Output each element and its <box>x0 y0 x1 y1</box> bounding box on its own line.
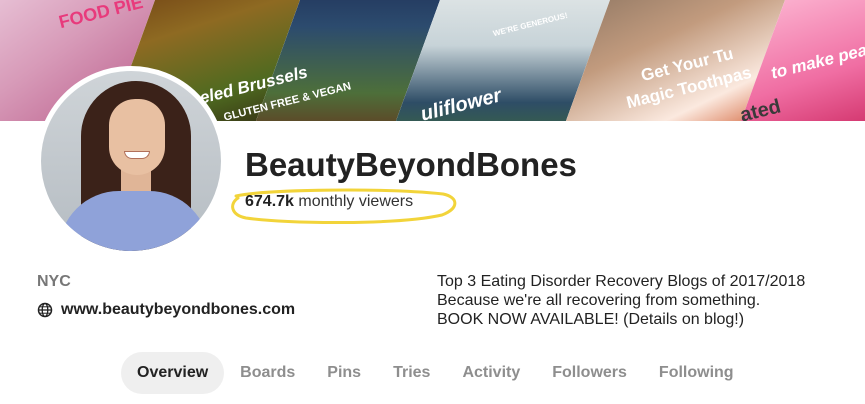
viewers-count: 674.7k <box>245 193 294 210</box>
tab-activity[interactable]: Activity <box>446 352 536 394</box>
profile-website-link[interactable]: www.beautybeyondbones.com <box>37 301 295 319</box>
monthly-viewers: 674.7k monthly viewers <box>245 193 413 211</box>
avatar-smile <box>124 151 150 159</box>
bio-line: Top 3 Eating Disorder Recovery Blogs of … <box>437 273 806 290</box>
profile-avatar[interactable] <box>36 66 226 256</box>
tab-tries[interactable]: Tries <box>377 352 446 394</box>
bio-line: BOOK NOW AVAILABLE! (Details on blog!) <box>437 311 745 328</box>
profile-name: BeautyBeyondBones <box>245 146 577 183</box>
tab-boards[interactable]: Boards <box>224 352 311 394</box>
tab-pins[interactable]: Pins <box>311 352 377 394</box>
profile-tabs: Overview Boards Pins Tries Activity Foll… <box>121 352 750 394</box>
bio-line: Because we're all recovering from someth… <box>437 292 761 309</box>
website-url[interactable]: www.beautybeyondbones.com <box>61 301 295 319</box>
profile-bio: Top 3 Eating Disorder Recovery Blogs of … <box>437 272 857 329</box>
tab-overview[interactable]: Overview <box>121 352 225 394</box>
profile-location: NYC <box>37 273 71 290</box>
viewers-label: monthly viewers <box>298 193 414 210</box>
tab-following[interactable]: Following <box>643 352 750 394</box>
avatar-face <box>109 99 165 175</box>
tab-followers[interactable]: Followers <box>536 352 643 394</box>
globe-icon <box>37 302 53 318</box>
